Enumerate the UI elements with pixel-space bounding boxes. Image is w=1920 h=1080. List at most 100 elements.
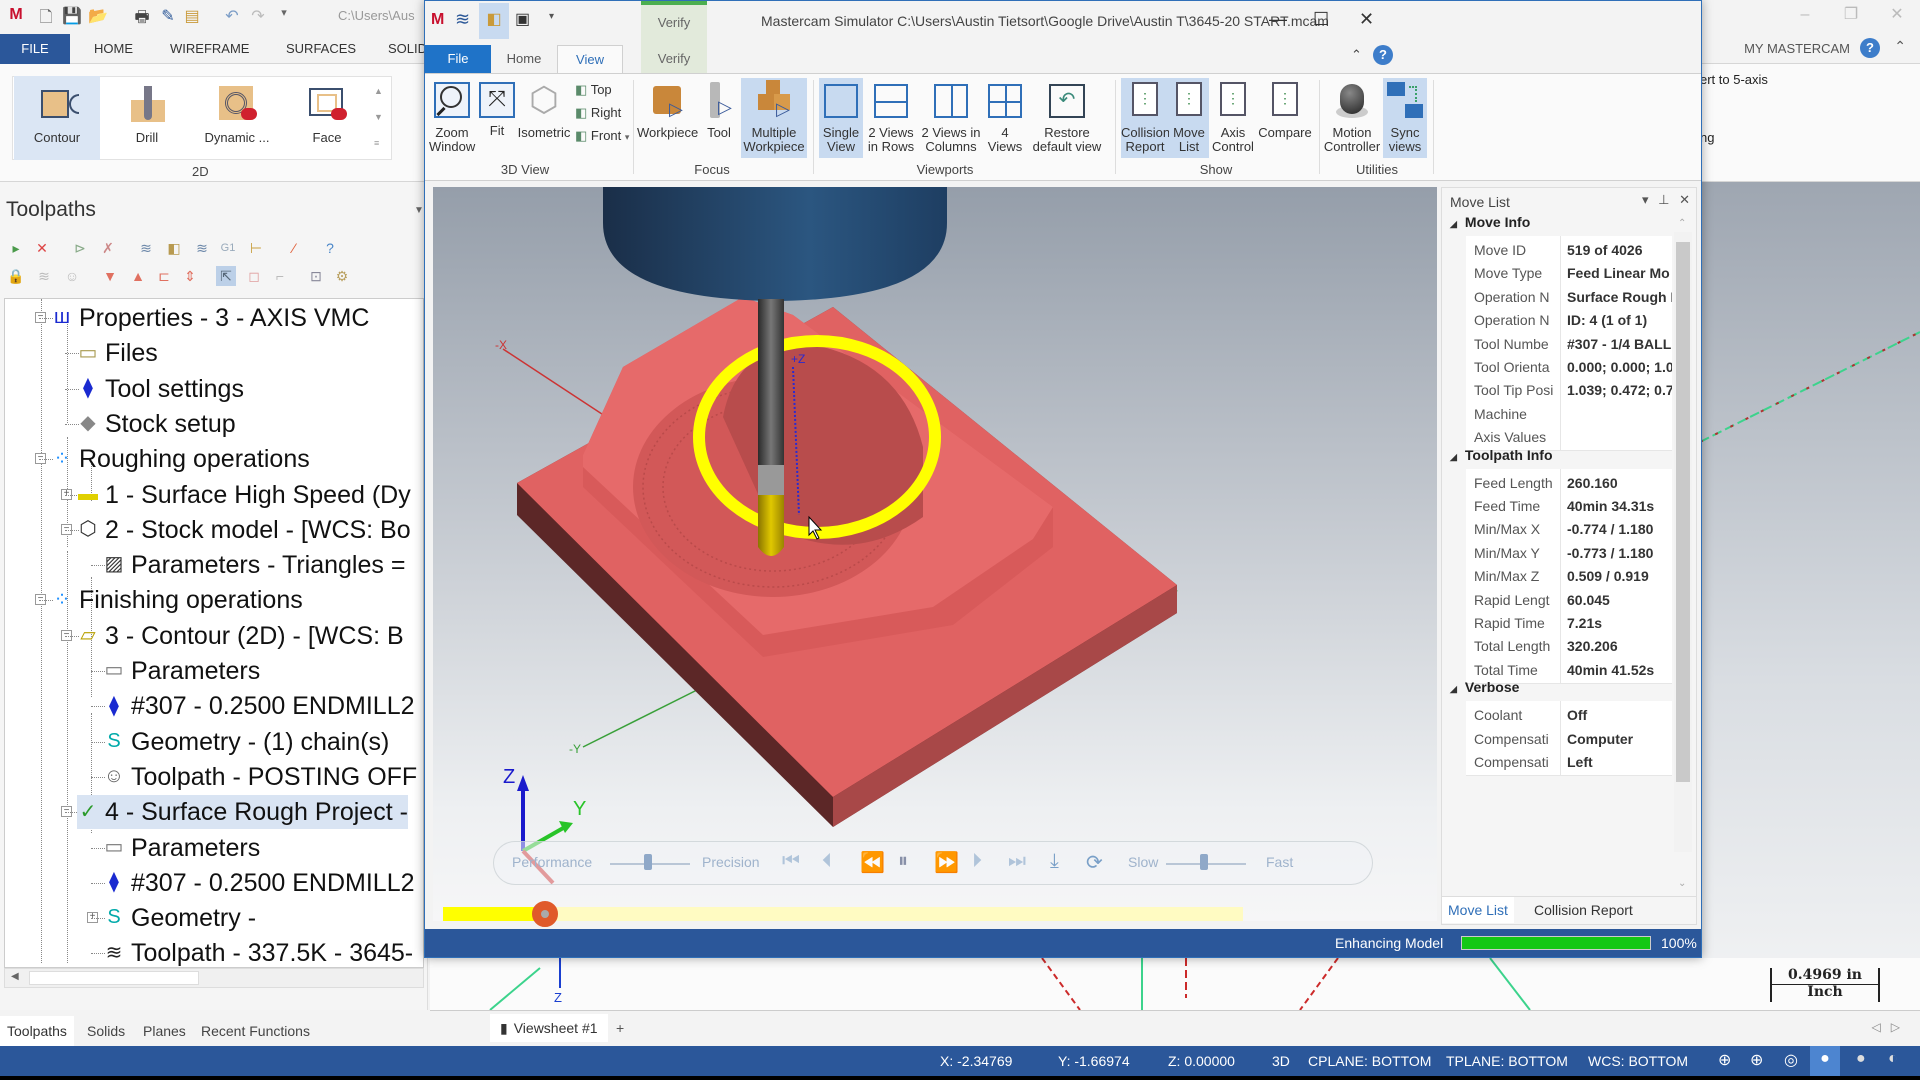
simulation-mode-icon[interactable]: ▣	[515, 9, 530, 29]
move-list-section-header[interactable]: ◢ Toolpath Info	[1450, 447, 1553, 463]
stop-conditions-icon[interactable]: ⤓	[1050, 850, 1059, 873]
tab-file[interactable]: File	[425, 45, 491, 73]
restore-icon[interactable]: ❐	[1828, 0, 1874, 34]
panel-menu-icon[interactable]: ▼	[414, 205, 424, 216]
scroll-up-icon[interactable]: ⌃	[1678, 218, 1686, 229]
tree-node[interactable]: ▱ 3 - Contour (2D) - [WCS: B	[77, 619, 403, 653]
move-list-button[interactable]: ⋮ Move List	[1169, 78, 1209, 158]
save-as-icon[interactable]: ✎	[158, 6, 178, 26]
move-list-row[interactable]: Compensati Left	[1466, 748, 1672, 776]
speed-slider-thumb[interactable]	[1200, 854, 1208, 870]
tree-horizontal-scrollbar[interactable]: ◀ ▶	[4, 968, 445, 988]
single-selection-icon[interactable]: ◻	[244, 266, 264, 286]
tree-node[interactable]: ⧫ Tool settings	[77, 372, 244, 406]
close-icon[interactable]: ✕	[1359, 9, 1374, 30]
tree-node[interactable]: ▬ 1 - Surface High Speed (Dy	[77, 478, 411, 512]
customize-qat-icon[interactable]: ▾	[274, 6, 294, 26]
axis-control-button[interactable]: ⋮ Axis Control	[1211, 78, 1255, 158]
four-views-button[interactable]: 4 Views	[985, 78, 1025, 158]
tree-node[interactable]: S Geometry -	[103, 901, 256, 935]
shaded-edges-icon[interactable]: ●	[1856, 1050, 1866, 1068]
panel-dropdown-icon[interactable]: ▾	[1642, 192, 1649, 207]
wireframe-icon[interactable]: ⊕	[1718, 1050, 1731, 1070]
verify-mode-icon[interactable]: ◧	[479, 3, 509, 39]
fast-forward-icon[interactable]: ⏩	[934, 850, 959, 875]
viewsheet-nav[interactable]: ◁ ▷	[1872, 1020, 1900, 1034]
motion-controller-button[interactable]: Motion Controller	[1323, 78, 1381, 158]
backplot-icon[interactable]: ≋	[136, 238, 156, 258]
simulation-viewport[interactable]: -X +Y -Y +Z	[433, 187, 1437, 921]
scroll-down-icon[interactable]: ⌄	[1678, 878, 1686, 889]
close-icon[interactable]: ✕	[1874, 0, 1920, 34]
two-views-rows-button[interactable]: 2 Views in Rows	[865, 78, 917, 158]
verify-icon[interactable]: ◧	[164, 238, 184, 258]
tree-node[interactable]: S Geometry - (1) chain(s)	[103, 725, 389, 759]
toggle-posting-icon[interactable]: ☺	[62, 266, 82, 286]
zoom-window-button[interactable]: Zoom Window	[429, 78, 475, 158]
tab-solids[interactable]: Solids	[80, 1016, 132, 1046]
dynamic-button[interactable]: Dynamic ...	[194, 76, 280, 160]
minimize-icon[interactable]: —	[1269, 9, 1287, 30]
scroll-insert-icon[interactable]: ⇕	[180, 266, 200, 286]
sync-views-button[interactable]: Sync views	[1383, 78, 1427, 158]
convert-5axis-label[interactable]: ert to 5-axis	[1700, 72, 1768, 87]
tab-surfaces[interactable]: SURFACES	[272, 34, 370, 64]
workpiece-focus-button[interactable]: ▷ Workpiece	[637, 78, 698, 158]
my-mastercam-link[interactable]: MY MASTERCAM	[1744, 41, 1850, 56]
hidden-line-icon[interactable]: ⊕	[1750, 1050, 1763, 1070]
tool-arrow-icon[interactable]: ⌐	[270, 266, 290, 286]
regenerate-icon[interactable]: ⊳	[70, 238, 90, 258]
tree-node[interactable]: ⬡ 2 - Stock model - [WCS: Bo	[77, 513, 410, 547]
collapse-ribbon-icon[interactable]: ⌃	[1894, 38, 1906, 55]
move-list-scroll-thumb[interactable]	[1676, 242, 1690, 782]
pin-icon[interactable]: ⊥	[1658, 192, 1669, 207]
scroll-thumb[interactable]	[29, 971, 199, 985]
tree-node[interactable]: ◆ Stock setup	[77, 407, 235, 441]
select-all-icon[interactable]: ▸	[6, 238, 26, 258]
shaded-icon[interactable]: ●	[1810, 1046, 1840, 1076]
tree-node[interactable]: ⧫ #307 - 0.2500 ENDMILL2	[103, 689, 414, 723]
customize-icon[interactable]: ▾	[549, 11, 554, 22]
translucent-icon[interactable]: ◐	[1888, 1050, 1898, 1068]
tab-file[interactable]: FILE	[0, 34, 70, 64]
tree-node[interactable]: ⁘ Roughing operations	[51, 442, 310, 476]
shaded-outline-icon[interactable]: ◎	[1784, 1050, 1798, 1070]
tab-collision-report[interactable]: Collision Report	[1528, 897, 1639, 923]
post-icon[interactable]: G1	[218, 238, 238, 258]
loop-icon[interactable]: ⟳	[1086, 850, 1103, 875]
tree-node[interactable]: ☺ Toolpath - POSTING OFF	[103, 760, 417, 794]
tab-planes[interactable]: Planes	[136, 1016, 193, 1046]
undo-icon[interactable]: ↶	[222, 6, 242, 26]
compare-button[interactable]: ⋮ Compare	[1257, 78, 1313, 158]
rewind-icon[interactable]: ⏪	[860, 850, 885, 875]
two-views-columns-button[interactable]: 2 Views in Columns	[919, 78, 983, 158]
add-viewsheet-button[interactable]: +	[616, 1014, 624, 1042]
viewsheet-tab[interactable]: ▮ Viewsheet #1	[490, 1014, 608, 1042]
move-up-icon[interactable]: ▲	[128, 266, 148, 286]
isometric-button[interactable]: ⬡ Isometric	[517, 78, 571, 158]
tree-node[interactable]: ш Properties - 3 - AXIS VMC	[51, 301, 369, 335]
single-view-button[interactable]: Single View	[819, 78, 863, 158]
simulate-icon[interactable]: ≋	[192, 238, 212, 258]
tab-view[interactable]: View	[557, 45, 623, 74]
collapse-triangle-icon[interactable]: ◢	[1450, 452, 1457, 462]
minimize-icon[interactable]: –	[1782, 0, 1828, 34]
mode-3d[interactable]: 3D	[1272, 1053, 1290, 1069]
open-icon[interactable]: 📂	[88, 6, 108, 26]
face-button[interactable]: Face	[284, 76, 370, 160]
drill-button[interactable]: Drill	[104, 76, 190, 160]
help-icon[interactable]: ?	[1860, 38, 1880, 58]
close-panel-icon[interactable]: ✕	[1679, 192, 1690, 207]
go-to-start-icon[interactable]: ⏮	[782, 850, 800, 873]
tplane-selector[interactable]: TPLANE: BOTTOM	[1446, 1053, 1568, 1069]
right-view-button[interactable]: ◧ Right	[575, 105, 621, 121]
tab-home[interactable]: Home	[491, 45, 557, 73]
expand-icon[interactable]: ⊡	[306, 266, 326, 286]
simulation-progress-track[interactable]	[443, 901, 1243, 927]
highfeed-icon[interactable]: ⊢	[246, 238, 266, 258]
tree-node[interactable]: ⁘ Finishing operations	[51, 583, 303, 617]
tree-node[interactable]: ▨ Parameters - Triangles =	[103, 548, 406, 582]
tree-node[interactable]: ✓ 4 - Surface Rough Project -	[77, 795, 408, 830]
tree-node[interactable]: ▭ Parameters	[103, 831, 261, 865]
tab-recent-functions[interactable]: Recent Functions	[194, 1016, 317, 1046]
